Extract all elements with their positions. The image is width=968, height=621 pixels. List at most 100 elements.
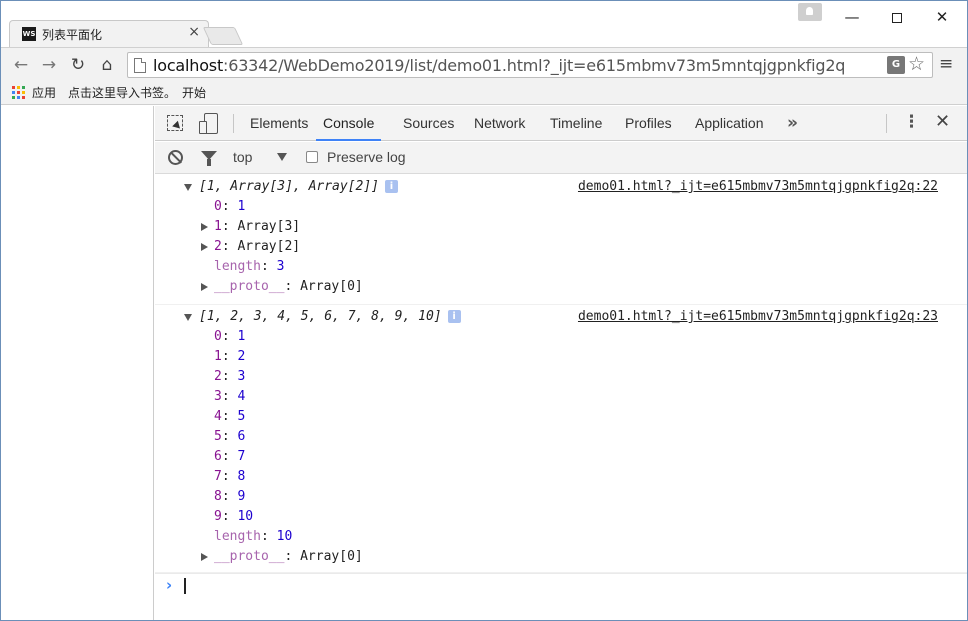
property-value: 2 <box>237 349 246 364</box>
property-row[interactable]: 1: Array[3] <box>201 217 300 237</box>
property-value: 8 <box>237 469 246 484</box>
console-output[interactable]: [1, Array[3], Array[2]] i demo01.html?_ij… <box>155 175 967 620</box>
length-row: length: 3 <box>214 259 285 274</box>
collapse-triangle-icon[interactable] <box>184 184 192 191</box>
info-icon[interactable]: i <box>447 310 461 323</box>
profile-icon[interactable] <box>798 3 822 21</box>
title-bar: WS 列表平面化 × — ✕ <box>1 1 967 47</box>
devtools-menu-icon[interactable]: ⋮ <box>903 112 920 132</box>
property-row: 6: 7 <box>214 449 246 464</box>
prompt-chevron-icon: › <box>166 576 173 594</box>
apps-dot <box>22 96 25 99</box>
console-input-cursor[interactable] <box>184 578 186 594</box>
console-toolbar: top Preserve log <box>155 142 967 174</box>
property-value: 4 <box>237 389 246 404</box>
minimize-button[interactable]: — <box>832 5 872 29</box>
context-dropdown-icon[interactable] <box>277 153 287 161</box>
property-key: 9 <box>214 509 222 524</box>
page-viewport[interactable] <box>1 106 154 620</box>
expand-triangle-icon[interactable] <box>201 553 208 561</box>
console-message: [1, Array[3], Array[2]] i demo01.html?_ij… <box>155 175 967 305</box>
preserve-log-label[interactable]: Preserve log <box>327 149 406 165</box>
property-key: 0 <box>214 329 222 344</box>
array-summary: [1, Array[3], Array[2]] <box>199 179 380 194</box>
log-summary[interactable]: [1, Array[3], Array[2]] i <box>184 177 399 197</box>
url-path: :63342/WebDemo2019/list/demo01.html?_ijt… <box>223 56 846 75</box>
clear-console-icon[interactable] <box>168 150 183 165</box>
property-value: 3 <box>276 259 285 274</box>
property-row: 7: 8 <box>214 469 246 484</box>
preserve-log-checkbox[interactable] <box>306 151 318 163</box>
property-row[interactable]: 2: Array[2] <box>201 237 300 257</box>
apps-dot <box>17 91 20 94</box>
apps-dot <box>12 86 15 89</box>
property-row: 3: 4 <box>214 389 246 404</box>
more-tabs-icon[interactable]: » <box>787 113 798 133</box>
property-row: 0: 1 <box>214 329 246 344</box>
console-prompt[interactable]: › <box>155 573 967 599</box>
url-host: localhost <box>153 56 224 75</box>
translate-icon[interactable]: G <box>887 56 905 74</box>
browser-toolbar: ← → ↻ ⌂ localhost:63342/WebDemo2019/list… <box>1 47 967 81</box>
bookmark-start[interactable]: 开始 <box>182 84 206 101</box>
bookmark-apps[interactable]: 应用 <box>32 84 56 101</box>
apps-grid-icon[interactable] <box>12 86 25 99</box>
bookmark-star-icon[interactable]: ☆ <box>908 53 925 75</box>
browser-menu-icon[interactable]: ≡ <box>939 54 953 74</box>
property-value: Array[2] <box>237 239 301 254</box>
property-value: 5 <box>237 409 246 424</box>
info-icon[interactable]: i <box>385 180 399 193</box>
collapse-triangle-icon[interactable] <box>184 314 192 321</box>
forward-arrow-icon[interactable]: → <box>38 54 60 76</box>
tab-sources[interactable]: Sources <box>403 106 454 141</box>
url-text[interactable]: localhost:63342/WebDemo2019/list/demo01.… <box>153 56 845 75</box>
home-icon[interactable]: ⌂ <box>96 54 118 76</box>
expand-triangle-icon[interactable] <box>201 243 208 251</box>
expand-triangle-icon[interactable] <box>201 223 208 231</box>
tab-profiles[interactable]: Profiles <box>625 106 672 141</box>
filter-icon[interactable] <box>201 151 217 166</box>
inspect-element-icon[interactable] <box>167 115 183 131</box>
reload-icon[interactable]: ↻ <box>67 54 89 76</box>
device-toolbar-icon[interactable] <box>199 113 218 134</box>
property-key: length <box>214 529 261 544</box>
close-window-button[interactable]: ✕ <box>922 5 962 29</box>
proto-row[interactable]: __proto__: Array[0] <box>201 277 363 297</box>
tab-console[interactable]: Console <box>316 106 382 141</box>
property-row: 1: 2 <box>214 349 246 364</box>
bookmark-import[interactable]: 点击这里导入书签。 <box>68 84 176 101</box>
expand-triangle-icon[interactable] <box>201 283 208 291</box>
property-value: 10 <box>237 509 254 524</box>
back-arrow-icon[interactable]: ← <box>10 54 32 76</box>
property-key: 8 <box>214 489 222 504</box>
apps-dot <box>22 91 25 94</box>
proto-row[interactable]: __proto__: Array[0] <box>201 547 363 567</box>
tab-close-icon[interactable]: × <box>188 24 200 40</box>
property-row: 4: 5 <box>214 409 246 424</box>
address-bar[interactable]: localhost:63342/WebDemo2019/list/demo01.… <box>127 52 933 78</box>
maximize-icon <box>892 12 902 23</box>
devtools-close-icon[interactable]: ✕ <box>935 111 950 132</box>
source-link[interactable]: demo01.html?_ijt=e615mbmv73m5mntqjgpnkfi… <box>578 177 938 197</box>
source-link[interactable]: demo01.html?_ijt=e615mbmv73m5mntqjgpnkfi… <box>578 307 938 327</box>
property-value: 10 <box>276 529 293 544</box>
tab-elements[interactable]: Elements <box>250 106 308 141</box>
property-key: 5 <box>214 429 222 444</box>
property-row: 2: 3 <box>214 369 246 384</box>
property-row: 9: 10 <box>214 509 254 524</box>
tab-application[interactable]: Application <box>695 106 764 141</box>
property-value: 9 <box>237 489 246 504</box>
browser-tab[interactable]: WS 列表平面化 × <box>9 20 209 47</box>
array-summary: [1, 2, 3, 4, 5, 6, 7, 8, 9, 10] <box>199 309 442 324</box>
length-row: length: 10 <box>214 529 293 544</box>
log-summary[interactable]: [1, 2, 3, 4, 5, 6, 7, 8, 9, 10] i <box>184 307 461 327</box>
tab-timeline[interactable]: Timeline <box>550 106 602 141</box>
property-key: 1 <box>214 349 222 364</box>
context-selector[interactable]: top <box>233 149 252 165</box>
property-value: 3 <box>237 369 246 384</box>
property-value: 1 <box>237 329 246 344</box>
property-key: 7 <box>214 469 222 484</box>
maximize-button[interactable] <box>877 5 917 29</box>
property-row: 0: 1 <box>214 199 246 214</box>
tab-network[interactable]: Network <box>474 106 525 141</box>
